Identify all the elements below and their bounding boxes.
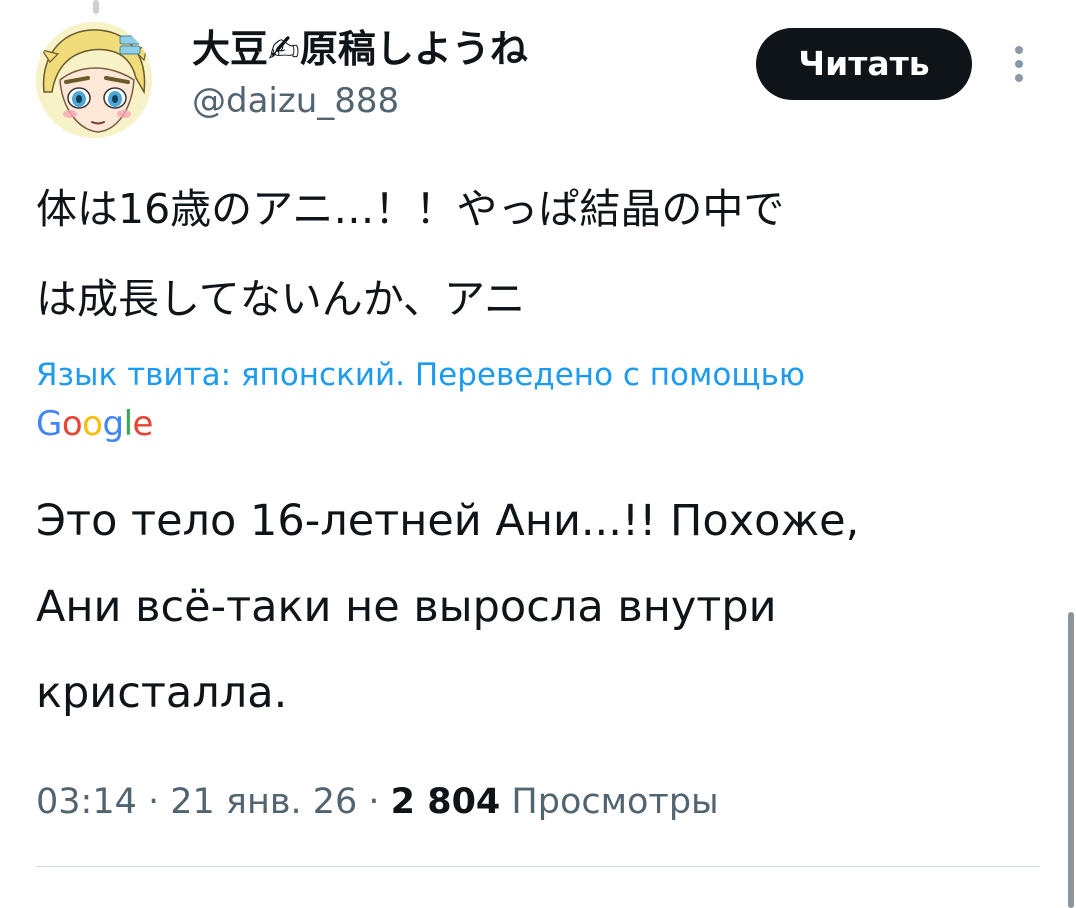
tweet-original-line: 体は16歳のアニ…！！やっぱ結晶の中で <box>36 185 785 233</box>
translation-note-link[interactable]: Язык твита: японский. Переведено с помощ… <box>36 354 805 396</box>
meta-separator: · <box>136 782 171 822</box>
google-letter: o <box>82 404 103 444</box>
tweet-original-line: は成長してないんか、アニ <box>36 275 526 323</box>
more-vertical-icon[interactable] <box>1002 42 1036 86</box>
google-letter: g <box>102 404 124 444</box>
tweet-meta: 03:14 · 21 янв. 26 · 2 804 Просмотры <box>36 778 719 826</box>
tweet-date[interactable]: 21 янв. 26 <box>170 782 357 822</box>
google-logo: Google <box>36 402 153 446</box>
google-letter: e <box>132 404 154 444</box>
tweet-translated-text: Это тело 16-летней Ани...!! Похоже, Ани … <box>36 478 1036 736</box>
tweet-translated-line: кристалла. <box>36 668 288 718</box>
scrollbar-thumb[interactable] <box>1068 612 1074 908</box>
dot <box>1015 74 1023 82</box>
tweet-translated-line: Ани всё-таки не выросла внутри <box>36 582 777 632</box>
views-count[interactable]: 2 804 <box>391 782 501 822</box>
avatar[interactable] <box>36 22 152 138</box>
google-letter: G <box>36 404 62 444</box>
tweet-original-text: 体は16歳のアニ…！！やっぱ結晶の中で は成長してないんか、アニ <box>36 164 1016 344</box>
anime-character-avatar-icon <box>36 22 152 138</box>
meta-separator: · <box>357 782 391 822</box>
scrollbar-top <box>93 0 99 14</box>
views-label: Просмотры <box>511 782 719 822</box>
tweet-time[interactable]: 03:14 <box>36 782 137 822</box>
author-handle[interactable]: @daizu_888 <box>192 80 399 122</box>
tweet-translated-line: Это тело 16-летней Ани...!! Похоже, <box>36 496 860 546</box>
tweet-detail: 大豆✍原稿しようね @daizu_888 Читать 体は16歳のアニ…！！や… <box>0 0 1076 908</box>
author-display-name[interactable]: 大豆✍原稿しようね <box>192 26 528 72</box>
divider <box>36 866 1040 867</box>
dot <box>1015 60 1023 68</box>
google-letter: l <box>123 404 133 444</box>
follow-button[interactable]: Читать <box>756 28 972 100</box>
google-letter: o <box>61 404 83 444</box>
dot <box>1015 46 1023 54</box>
